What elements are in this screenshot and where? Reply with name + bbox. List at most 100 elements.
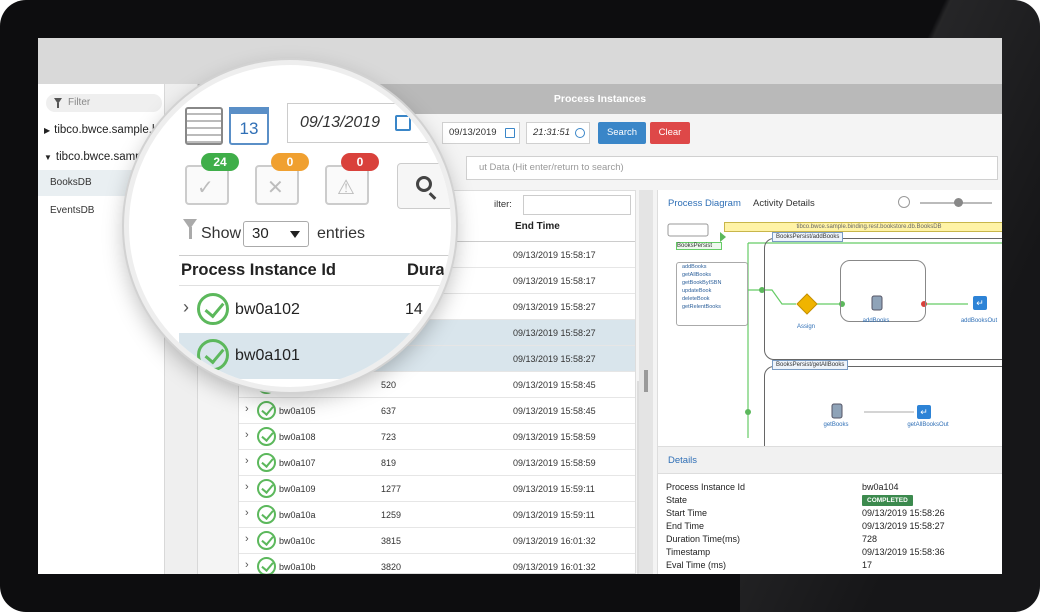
- duration: 723: [381, 432, 397, 442]
- table-row[interactable]: › bw0a102 14: [179, 287, 451, 333]
- date-input[interactable]: 09/13/2019: [442, 122, 520, 144]
- time-value: 21:31:51: [533, 127, 570, 138]
- magnifier-content: 13 09/13/2019 ✓ ✕ ⚠ 24 0 0 Show 30 entri…: [129, 65, 451, 387]
- instance-id: bw0a101: [235, 347, 300, 364]
- service-label: BooksPersist: [676, 242, 722, 250]
- reply-icon[interactable]: ↵: [917, 405, 931, 419]
- table-row[interactable]: › bw0a107 819 09/13/2019 15:58:59: [239, 450, 635, 476]
- chevron-right-icon[interactable]: ›: [245, 559, 249, 571]
- op-item[interactable]: getRelentBooks: [677, 303, 747, 311]
- entries-select[interactable]: 30: [243, 221, 309, 247]
- calendar-icon[interactable]: [395, 115, 411, 131]
- splitter-grip[interactable]: [644, 370, 648, 392]
- cancelled-filter[interactable]: ✕: [255, 165, 299, 205]
- check-circle-icon: [257, 557, 276, 574]
- entries-label: entries: [317, 225, 366, 242]
- pane-splitter[interactable]: [639, 190, 653, 574]
- column-header-instance-id[interactable]: Process Instance Id: [181, 261, 336, 280]
- check-circle-icon: [197, 293, 229, 325]
- detail-row: End Time 09/13/2019 15:58:27: [658, 521, 1002, 534]
- reply-icon[interactable]: ↵: [973, 296, 987, 310]
- check-icon: ✓: [197, 177, 214, 199]
- table-filter-input[interactable]: [523, 195, 631, 215]
- end-time: 09/13/2019 15:59:11: [513, 510, 595, 520]
- table-row[interactable]: › bw0a10c 3815 09/13/2019 16:01:32: [239, 528, 635, 554]
- clear-button[interactable]: Clear: [650, 122, 690, 144]
- date-input-zoomed[interactable]: 09/13/2019: [287, 103, 451, 143]
- funnel-icon: [183, 219, 197, 241]
- check-circle-icon: [257, 427, 276, 446]
- tab-process-diagram[interactable]: Process Diagram: [668, 198, 741, 209]
- chevron-right-icon[interactable]: ›: [245, 429, 249, 441]
- end-time: 09/13/2019 16:01:32: [513, 536, 596, 546]
- search-icon: [416, 176, 432, 192]
- chevron-right-icon[interactable]: ›: [245, 507, 249, 519]
- detail-key: End Time: [666, 521, 705, 531]
- device-frame: Filter ▶ tibco.bwce.sample.bin ▼ tibco.bwc…: [0, 0, 1040, 612]
- chevron-right-icon[interactable]: ›: [245, 533, 249, 545]
- status-badge: COMPLETED: [862, 495, 913, 506]
- faulted-filter[interactable]: ⚠: [325, 165, 369, 205]
- node-label-add-books-out: addBooksOut: [960, 318, 998, 324]
- check-circle-icon: [257, 531, 276, 550]
- duration: 14: [405, 301, 423, 318]
- expand-icon: ▶: [44, 126, 51, 135]
- op-item[interactable]: getBookByISBN: [677, 279, 747, 287]
- search-input[interactable]: ut Data (Hit enter/return to search): [466, 156, 998, 180]
- detail-key: Process Instance Id: [666, 482, 746, 492]
- calendar-grid-icon[interactable]: [185, 107, 223, 145]
- column-header-duration[interactable]: Dura: [407, 261, 445, 280]
- chevron-right-icon[interactable]: ›: [183, 343, 189, 364]
- instance-id: bw0a105: [279, 406, 316, 416]
- detail-value: 17: [862, 560, 873, 570]
- calendar-day-icon[interactable]: 13: [229, 107, 269, 145]
- chevron-right-icon[interactable]: ›: [183, 297, 189, 318]
- lane-label-add-books: BooksPersist/addBooks: [772, 232, 844, 242]
- details-header[interactable]: Details: [658, 446, 1002, 474]
- end-time: 09/13/2019 15:58:27: [513, 302, 596, 312]
- lane-get-all-books: [764, 366, 1002, 446]
- time-input[interactable]: 21:31:51: [526, 122, 590, 144]
- instance-id: bw0a10c: [279, 536, 316, 546]
- op-item[interactable]: deleteBook: [677, 295, 747, 303]
- lane-label-get-all-books: BooksPersist/getAllBooks: [772, 360, 849, 370]
- table-row[interactable]: › bw0a105 637 09/13/2019 15:58:45: [239, 398, 635, 424]
- table-row[interactable]: › bw0a10b 3820 09/13/2019 16:01:32: [239, 554, 635, 574]
- end-time: 09/13/2019 15:58:27: [513, 328, 596, 338]
- table-row[interactable]: › bw0a108 723 09/13/2019 15:58:59: [239, 424, 635, 450]
- search-button[interactable]: Search: [598, 122, 646, 144]
- check-circle-icon: [257, 453, 276, 472]
- table-row[interactable]: › bw0a101: [179, 333, 451, 379]
- detail-value: bw0a104: [862, 482, 899, 492]
- tab-activity-details[interactable]: Activity Details: [753, 198, 815, 209]
- check-circle-icon: [257, 505, 276, 524]
- op-item[interactable]: updateBook: [677, 287, 747, 295]
- table-row[interactable]: › bw0a10a 1259 09/13/2019 15:59:11: [239, 502, 635, 528]
- instance-id: bw0a108: [279, 432, 316, 442]
- clock-icon[interactable]: [575, 128, 585, 138]
- end-time: 09/13/2019 15:58:27: [513, 354, 596, 364]
- end-time: 09/13/2019 15:58:17: [513, 276, 596, 286]
- search-button-zoomed[interactable]: [397, 163, 451, 209]
- cancel-icon: ✕: [267, 177, 284, 199]
- zoom-slider-handle[interactable]: [954, 198, 963, 207]
- chevron-right-icon[interactable]: ›: [245, 481, 249, 493]
- chevron-right-icon[interactable]: ›: [245, 403, 249, 415]
- zoom-out-icon[interactable]: [898, 196, 910, 208]
- op-item[interactable]: addBooks: [677, 263, 747, 271]
- calendar-icon[interactable]: [505, 128, 515, 138]
- success-filter[interactable]: ✓: [185, 165, 229, 205]
- instance-id: bw0a10a: [279, 510, 316, 520]
- row-divider: [179, 285, 451, 286]
- op-item[interactable]: getAllBooks: [677, 271, 747, 279]
- duration: 637: [381, 406, 397, 416]
- filter-placeholder: Filter: [68, 97, 91, 108]
- column-header-end-time[interactable]: End Time: [515, 221, 560, 232]
- end-time: 09/13/2019 15:58:17: [513, 250, 596, 260]
- detail-pane: Process Diagram Activity Details tibco.b…: [657, 190, 1002, 574]
- node-label-add-books: addBooks: [862, 318, 890, 324]
- chevron-right-icon[interactable]: ›: [245, 455, 249, 467]
- detail-row: State COMPLETED: [658, 495, 1002, 508]
- end-time: 09/13/2019 15:58:59: [513, 432, 596, 442]
- table-row[interactable]: › bw0a109 1277 09/13/2019 15:59:11: [239, 476, 635, 502]
